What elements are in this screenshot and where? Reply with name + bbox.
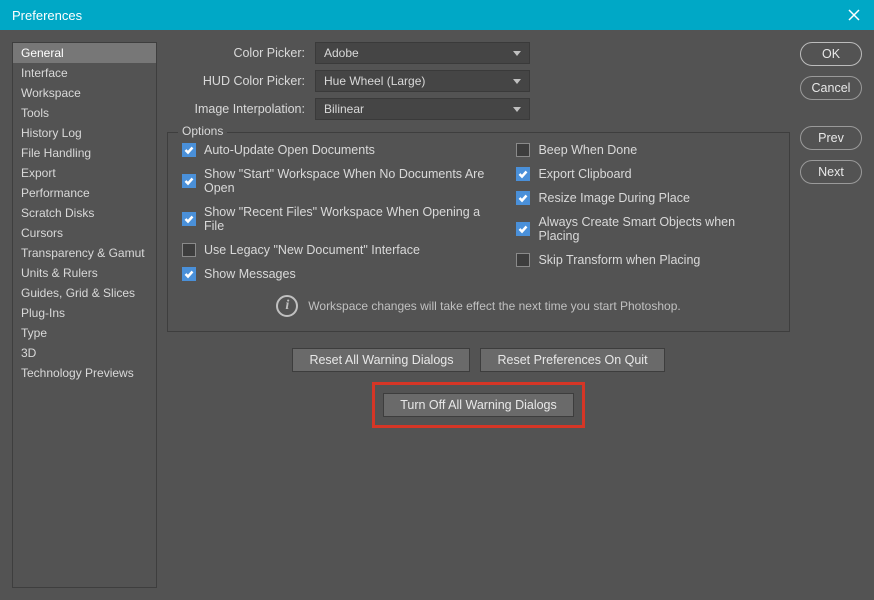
sidebar-item-3d[interactable]: 3D <box>13 343 156 363</box>
checkbox-label-right-0: Beep When Done <box>538 143 637 157</box>
checkbox-left-0[interactable] <box>182 143 196 157</box>
sidebar-item-general[interactable]: General <box>13 43 156 63</box>
sidebar-item-interface[interactable]: Interface <box>13 63 156 83</box>
image-interpolation-value: Bilinear <box>324 102 364 116</box>
sidebar-item-history-log[interactable]: History Log <box>13 123 156 143</box>
ok-button[interactable]: OK <box>800 42 862 66</box>
sidebar-item-type[interactable]: Type <box>13 323 156 343</box>
option-right-3: Always Create Smart Objects when Placing <box>516 215 775 243</box>
option-right-2: Resize Image During Place <box>516 191 775 205</box>
options-group: Options Auto-Update Open DocumentsShow "… <box>167 132 790 332</box>
sidebar-item-file-handling[interactable]: File Handling <box>13 143 156 163</box>
color-picker-label: Color Picker: <box>167 46 315 60</box>
option-left-4: Show Messages <box>182 267 496 281</box>
checkbox-label-left-4: Show Messages <box>204 267 296 281</box>
hud-color-picker-value: Hue Wheel (Large) <box>324 74 425 88</box>
sidebar-item-tools[interactable]: Tools <box>13 103 156 123</box>
prev-button[interactable]: Prev <box>800 126 862 150</box>
checkbox-left-3[interactable] <box>182 243 196 257</box>
checkbox-label-left-1: Show "Start" Workspace When No Documents… <box>204 167 496 195</box>
turn-off-warnings-button[interactable]: Turn Off All Warning Dialogs <box>383 393 574 417</box>
color-picker-select[interactable]: Adobe <box>315 42 530 64</box>
checkbox-right-2[interactable] <box>516 191 530 205</box>
checkbox-right-4[interactable] <box>516 253 530 267</box>
sidebar-item-workspace[interactable]: Workspace <box>13 83 156 103</box>
info-icon: i <box>276 295 298 317</box>
sidebar-item-guides-grid-slices[interactable]: Guides, Grid & Slices <box>13 283 156 303</box>
sidebar-item-cursors[interactable]: Cursors <box>13 223 156 243</box>
checkbox-label-right-3: Always Create Smart Objects when Placing <box>538 215 775 243</box>
cancel-button[interactable]: Cancel <box>800 76 862 100</box>
sidebar-item-plug-ins[interactable]: Plug-Ins <box>13 303 156 323</box>
close-button[interactable] <box>846 7 862 23</box>
image-interpolation-select[interactable]: Bilinear <box>315 98 530 120</box>
hud-color-picker-label: HUD Color Picker: <box>167 74 315 88</box>
checkbox-label-right-4: Skip Transform when Placing <box>538 253 700 267</box>
checkbox-right-1[interactable] <box>516 167 530 181</box>
option-right-4: Skip Transform when Placing <box>516 253 775 267</box>
checkbox-left-2[interactable] <box>182 212 196 226</box>
option-right-1: Export Clipboard <box>516 167 775 181</box>
checkbox-left-4[interactable] <box>182 267 196 281</box>
next-button[interactable]: Next <box>800 160 862 184</box>
option-left-3: Use Legacy "New Document" Interface <box>182 243 496 257</box>
sidebar-item-scratch-disks[interactable]: Scratch Disks <box>13 203 156 223</box>
titlebar: Preferences <box>0 0 874 30</box>
preferences-sidebar: GeneralInterfaceWorkspaceToolsHistory Lo… <box>12 42 157 588</box>
reset-prefs-button[interactable]: Reset Preferences On Quit <box>480 348 664 372</box>
checkbox-label-left-3: Use Legacy "New Document" Interface <box>204 243 420 257</box>
turn-off-warnings-highlight: Turn Off All Warning Dialogs <box>372 382 585 428</box>
options-legend: Options <box>178 124 227 138</box>
option-left-1: Show "Start" Workspace When No Documents… <box>182 167 496 195</box>
option-right-0: Beep When Done <box>516 143 775 157</box>
sidebar-item-export[interactable]: Export <box>13 163 156 183</box>
hud-color-picker-select[interactable]: Hue Wheel (Large) <box>315 70 530 92</box>
window-title: Preferences <box>12 8 82 23</box>
option-left-0: Auto-Update Open Documents <box>182 143 496 157</box>
checkbox-label-left-2: Show "Recent Files" Workspace When Openi… <box>204 205 496 233</box>
sidebar-item-performance[interactable]: Performance <box>13 183 156 203</box>
checkbox-label-right-1: Export Clipboard <box>538 167 631 181</box>
checkbox-label-left-0: Auto-Update Open Documents <box>204 143 375 157</box>
color-picker-value: Adobe <box>324 46 359 60</box>
checkbox-label-right-2: Resize Image During Place <box>538 191 689 205</box>
image-interpolation-label: Image Interpolation: <box>167 102 315 116</box>
reset-warnings-button[interactable]: Reset All Warning Dialogs <box>292 348 470 372</box>
checkbox-right-3[interactable] <box>516 222 530 236</box>
checkbox-right-0[interactable] <box>516 143 530 157</box>
sidebar-item-transparency-gamut[interactable]: Transparency & Gamut <box>13 243 156 263</box>
info-text: Workspace changes will take effect the n… <box>308 299 680 313</box>
checkbox-left-1[interactable] <box>182 174 196 188</box>
sidebar-item-units-rulers[interactable]: Units & Rulers <box>13 263 156 283</box>
option-left-2: Show "Recent Files" Workspace When Openi… <box>182 205 496 233</box>
sidebar-item-technology-previews[interactable]: Technology Previews <box>13 363 156 383</box>
